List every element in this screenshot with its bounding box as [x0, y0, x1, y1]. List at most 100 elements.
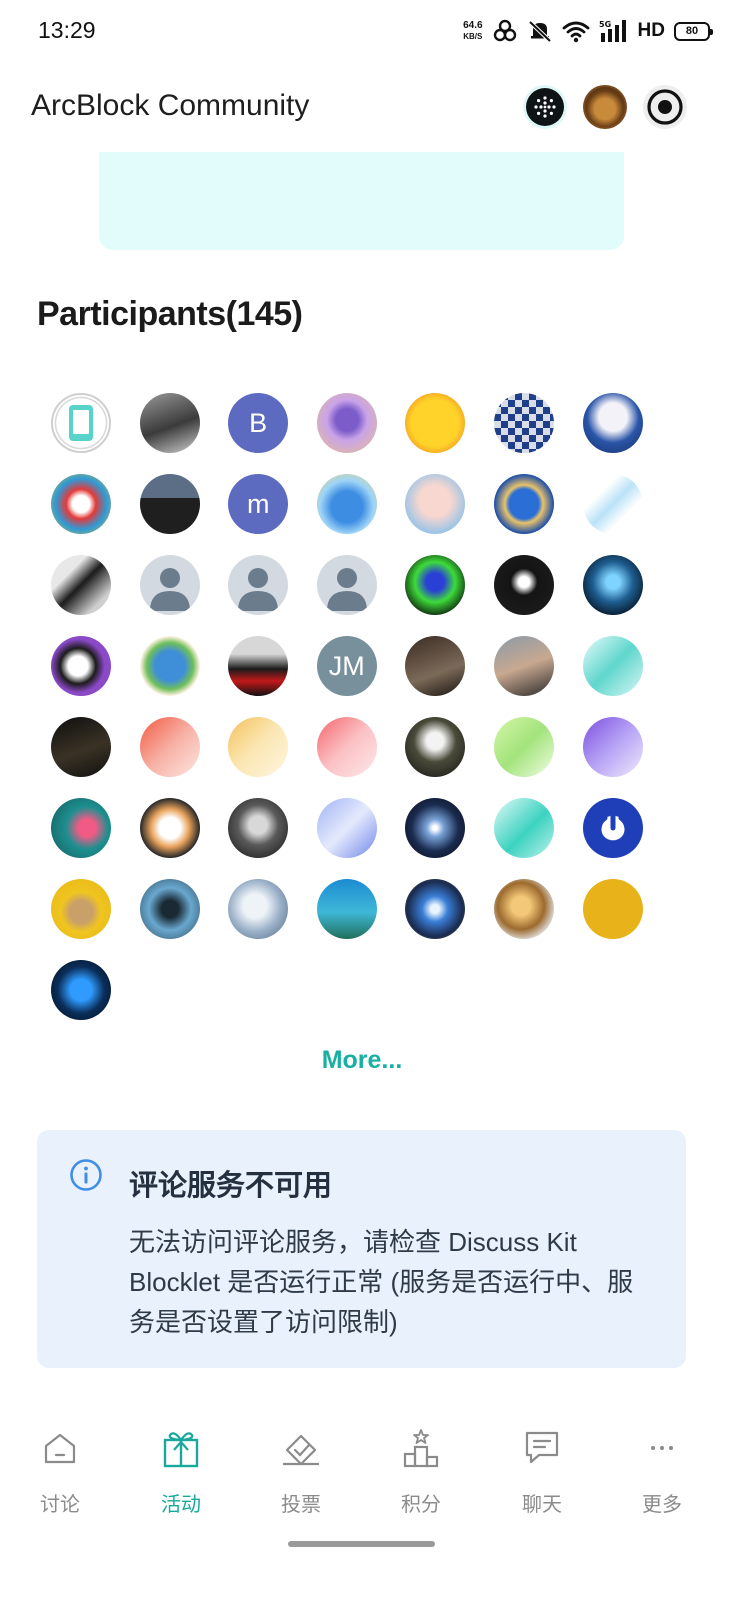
default-user-icon [326, 568, 367, 611]
status-icons: 64.6 KB/S 5G HD 80 [463, 18, 713, 44]
participant-avatar-default[interactable] [139, 555, 200, 615]
hotspot-icon [493, 19, 516, 42]
participant-avatar[interactable] [316, 879, 377, 939]
record-button[interactable] [643, 85, 687, 129]
participant-avatar[interactable] [51, 474, 111, 534]
participant-avatar[interactable] [51, 879, 111, 939]
participant-avatar[interactable] [493, 555, 554, 615]
participant-avatar[interactable] [493, 474, 554, 534]
home-indicator[interactable] [288, 1541, 435, 1547]
participant-avatar[interactable] [228, 798, 289, 858]
participant-avatar[interactable] [139, 636, 200, 696]
wifi-icon [562, 21, 589, 43]
bottom-navigation: 讨论 活动 投票 积分 聊天 更多 [0, 1410, 738, 1530]
participant-avatar[interactable] [493, 798, 554, 858]
avatar-initials: JM [328, 650, 365, 681]
default-user-icon [149, 568, 190, 611]
participant-avatar[interactable] [582, 636, 643, 696]
status-time: 13:29 [38, 17, 96, 43]
participant-avatar[interactable] [405, 393, 466, 453]
avatar-initials: B [249, 407, 268, 438]
mute-icon [528, 20, 551, 43]
podium-icon [403, 1429, 439, 1468]
nav-label-more: 更多 [642, 1494, 682, 1516]
signal-5g-icon: 5G [599, 20, 626, 42]
participant-avatar[interactable] [139, 474, 200, 534]
dots-logo-button[interactable] [523, 85, 567, 129]
participant-avatar-initials[interactable]: JM [316, 636, 377, 696]
avatar-initials: m [246, 488, 270, 519]
participant-avatar[interactable] [228, 879, 289, 939]
participants-heading: Participants(145) [37, 295, 303, 333]
participant-avatar[interactable] [493, 879, 554, 939]
participant-avatar[interactable] [51, 636, 111, 696]
participant-avatar[interactable] [316, 798, 377, 858]
vote-icon [283, 1434, 319, 1466]
participant-avatar[interactable] [405, 717, 466, 777]
default-user-icon [238, 568, 279, 611]
app-header: ArcBlock Community [0, 62, 738, 152]
participant-avatar[interactable] [139, 798, 200, 858]
participant-avatar[interactable] [493, 636, 554, 696]
more-icon [651, 1446, 673, 1450]
alert-title: 评论服务不可用 [129, 1170, 333, 1202]
nav-vote[interactable]: 投票 [251, 1428, 351, 1517]
chat-icon [525, 1431, 559, 1464]
hd-label: HD [637, 20, 665, 41]
app-title: ArcBlock Community [31, 89, 310, 122]
svg-text:5G: 5G [599, 20, 611, 29]
nav-label-points: 积分 [401, 1494, 441, 1516]
comment-service-alert: 评论服务不可用 无法访问评论服务，请检查 Discuss Kit Blockle… [37, 1130, 686, 1368]
nav-points[interactable]: 积分 [371, 1428, 471, 1517]
user-avatar-image [585, 87, 625, 127]
phone-icon [69, 405, 93, 441]
participant-avatar[interactable] [493, 717, 554, 777]
nav-activities[interactable]: 活动 [131, 1428, 231, 1517]
participant-avatar[interactable] [582, 555, 643, 615]
participant-avatar[interactable] [316, 717, 377, 777]
participant-avatar[interactable] [493, 393, 554, 453]
participant-avatar[interactable] [139, 879, 200, 939]
participant-avatar[interactable] [582, 393, 643, 453]
participant-avatar[interactable] [139, 717, 200, 777]
battery-icon: 80 [674, 21, 713, 41]
participant-avatar[interactable] [582, 717, 643, 777]
user-avatar[interactable] [583, 85, 627, 129]
participant-avatar[interactable] [405, 555, 466, 615]
participant-avatar[interactable] [228, 717, 289, 777]
participant-avatar[interactable] [316, 393, 377, 453]
participant-avatar[interactable] [51, 555, 111, 615]
participant-avatar-initials[interactable]: m [228, 474, 289, 534]
participant-avatar-default[interactable] [316, 555, 377, 615]
participant-avatar-default[interactable] [228, 555, 289, 615]
alert-message: 无法访问评论服务，请检查 Discuss Kit Blocklet 是否运行正常… [129, 1227, 634, 1337]
participant-avatar[interactable] [51, 798, 111, 858]
power-icon [596, 809, 630, 846]
participant-avatar[interactable] [51, 960, 111, 1020]
status-bar: 13:29 64.6 KB/S 5G HD 80 [0, 0, 738, 62]
participant-avatar[interactable] [405, 474, 466, 534]
nav-discuss[interactable]: 讨论 [10, 1428, 110, 1517]
participant-avatar[interactable] [51, 717, 111, 777]
participant-avatar[interactable] [405, 636, 466, 696]
network-speed-value: 64.6 [463, 20, 483, 31]
participant-avatar[interactable] [51, 393, 111, 453]
more-participants-link[interactable]: More... [0, 1046, 724, 1075]
nav-chat[interactable]: 聊天 [492, 1428, 592, 1517]
participant-avatar-initials[interactable]: B [228, 393, 289, 453]
participant-avatar[interactable] [582, 879, 643, 939]
gift-icon [163, 1432, 199, 1468]
participant-avatar[interactable] [582, 798, 643, 858]
participant-avatar[interactable] [405, 798, 466, 858]
nav-label-chat: 聊天 [522, 1494, 562, 1516]
battery-level: 80 [685, 25, 699, 37]
participant-avatar[interactable] [316, 474, 377, 534]
participant-avatar[interactable] [582, 474, 643, 534]
participant-avatar[interactable] [228, 636, 289, 696]
network-speed: 64.6 KB/S [463, 20, 482, 42]
participant-avatar[interactable] [139, 393, 200, 453]
home-icon [44, 1433, 76, 1464]
participant-avatar[interactable] [405, 879, 466, 939]
event-banner [99, 152, 624, 250]
nav-more[interactable]: 更多 [612, 1428, 712, 1517]
